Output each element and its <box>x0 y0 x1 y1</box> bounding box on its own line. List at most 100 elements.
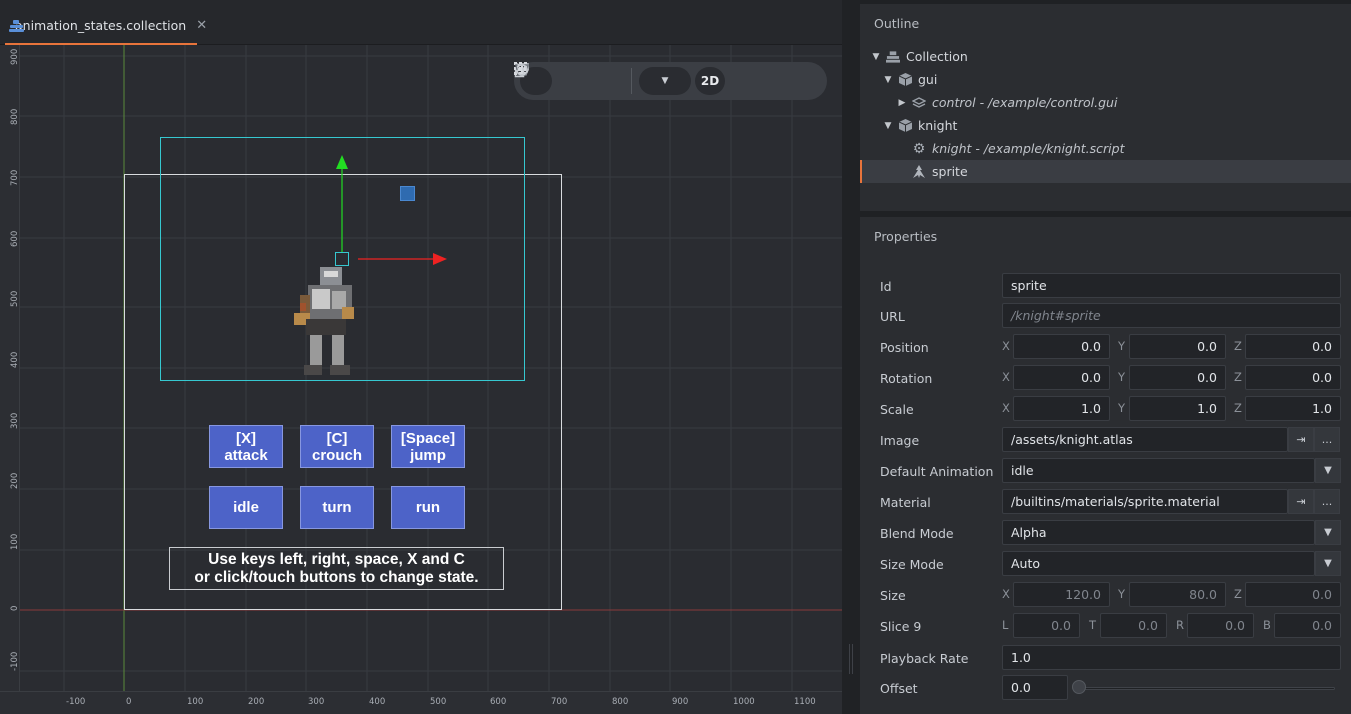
ruler-x-label: 200 <box>248 697 265 707</box>
ruler-y-label: 800 <box>10 108 20 125</box>
ruler-x-label: 1100 <box>794 697 816 707</box>
close-icon[interactable]: ✕ <box>196 18 207 33</box>
size-x-field[interactable]: 120.0 <box>1013 582 1110 607</box>
expand-arrow-icon[interactable]: ▼ <box>882 121 894 131</box>
scale-y-field[interactable]: 1.0 <box>1129 396 1226 421</box>
chevron-down-icon[interactable]: ▼ <box>1315 520 1341 545</box>
expand-arrow-icon[interactable]: ▼ <box>882 75 894 85</box>
vertical-ruler: 900 800 700 600 500 400 300 200 100 0 -1… <box>0 45 20 714</box>
goto-resource-icon[interactable]: ⇥ <box>1288 427 1314 452</box>
image-field[interactable]: /assets/knight.atlas <box>1002 427 1288 452</box>
rotation-x-field[interactable]: 0.0 <box>1013 365 1110 390</box>
attack-button[interactable]: [X] attack <box>209 425 283 468</box>
mode-2d-toggle[interactable]: 2D <box>695 67 725 95</box>
slice9-t-field[interactable]: 0.0 <box>1100 613 1167 638</box>
grid-toggle[interactable]: ▼ <box>514 62 691 95</box>
property-scale: Scale X 1.0 Y 1.0 Z 1.0 <box>860 396 1351 423</box>
tree-item-collection[interactable]: ▼ Collection <box>860 45 1351 68</box>
tree-item-control-gui[interactable]: ▶ control - /example/control.gui <box>860 91 1351 114</box>
chevron-down-icon[interactable]: ▼ <box>1315 551 1341 576</box>
idle-button[interactable]: idle <box>209 486 283 529</box>
id-field[interactable]: sprite <box>1002 273 1341 298</box>
tree-item-sprite[interactable]: sprite <box>860 160 1351 183</box>
scale-icon[interactable] <box>514 63 624 95</box>
offset-slider-handle[interactable] <box>1072 680 1086 694</box>
blend-mode-select[interactable]: Alpha <box>1002 520 1315 545</box>
toolbar-separator <box>631 68 632 94</box>
tree-item-label: knight - /example/knight.script <box>932 141 1125 156</box>
scene-editor: animation_states.collection ✕ ▼ 2D [X] a… <box>0 0 848 714</box>
rotate-icon[interactable] <box>515 63 588 95</box>
gui-icon <box>912 96 926 110</box>
crouch-button[interactable]: [C] crouch <box>300 425 374 468</box>
property-label: Default Animation <box>880 464 994 479</box>
axis-y-label: Y <box>1118 401 1126 415</box>
ruler-x-label: 800 <box>612 697 629 707</box>
property-playback-rate: Playback Rate 1.0 <box>860 645 1351 672</box>
tab-animation-states-collection[interactable]: animation_states.collection ✕ <box>5 8 207 45</box>
ruler-y-label: 400 <box>10 351 20 368</box>
jump-button[interactable]: [Space] jump <box>391 425 465 468</box>
ruler-y-label: 200 <box>10 472 20 489</box>
browse-material-button[interactable]: ... <box>1314 489 1340 514</box>
ruler-x-label: 400 <box>369 697 386 707</box>
axis-x-label: X <box>1002 370 1010 384</box>
property-url: URL /knight#sprite <box>860 303 1351 330</box>
default-animation-select[interactable]: idle <box>1002 458 1315 483</box>
chevron-down-icon[interactable]: ▼ <box>1315 458 1341 483</box>
browse-image-button[interactable]: ... <box>1314 427 1340 452</box>
expand-arrow-icon[interactable]: ▼ <box>870 52 882 62</box>
slice9-b-field[interactable]: 0.0 <box>1274 613 1341 638</box>
perspective-icon[interactable] <box>515 64 761 95</box>
position-x-field[interactable]: 0.0 <box>1013 334 1110 359</box>
tree-item-gui[interactable]: ▼ gui <box>860 68 1351 91</box>
axis-z-label: Z <box>1234 370 1242 384</box>
outline-title: Outline <box>874 16 920 31</box>
slice9-r-field[interactable]: 0.0 <box>1187 613 1254 638</box>
position-y-field[interactable]: 0.0 <box>1129 334 1226 359</box>
script-gear-icon: ⚙ <box>912 140 926 157</box>
property-image: Image /assets/knight.atlas ⇥ ... <box>860 427 1351 454</box>
ruler-x-label: 0 <box>126 697 132 707</box>
property-label: Position <box>880 340 929 355</box>
scale-z-field[interactable]: 1.0 <box>1245 396 1341 421</box>
goto-resource-icon[interactable]: ⇥ <box>1288 489 1314 514</box>
axis-y-label: Y <box>1118 339 1126 353</box>
run-button[interactable]: run <box>391 486 465 529</box>
splitter-grip[interactable] <box>849 644 853 674</box>
tree-item-knight[interactable]: ▼ knight <box>860 114 1351 137</box>
tree-item-knight-script[interactable]: ⚙ knight - /example/knight.script <box>860 137 1351 160</box>
size-mode-select[interactable]: Auto <box>1002 551 1315 576</box>
turn-button[interactable]: turn <box>300 486 374 529</box>
ruler-y-label: -100 <box>10 651 20 671</box>
ruler-x-label: -100 <box>66 697 86 707</box>
url-field[interactable]: /knight#sprite <box>1002 303 1341 328</box>
knight-sprite[interactable] <box>294 267 354 375</box>
reset-camera-icon[interactable] <box>516 63 797 95</box>
slice9-l-field[interactable]: 0.0 <box>1013 613 1080 638</box>
size-z-field[interactable]: 0.0 <box>1245 582 1341 607</box>
crouch-label: crouch <box>311 446 362 464</box>
playback-rate-field[interactable]: 1.0 <box>1002 645 1341 670</box>
rotation-z-field[interactable]: 0.0 <box>1245 365 1341 390</box>
ruler-y-label: 600 <box>10 230 20 247</box>
crouch-key: [C] <box>326 429 348 447</box>
expand-arrow-icon[interactable]: ▶ <box>896 98 908 108</box>
rotation-y-field[interactable]: 0.0 <box>1129 365 1226 390</box>
attack-label: attack <box>224 446 268 464</box>
tree-item-label: control - /example/control.gui <box>932 95 1118 110</box>
tree-item-label: sprite <box>932 164 968 179</box>
property-label: Offset <box>880 681 918 696</box>
axis-z-label: Z <box>1234 587 1242 601</box>
scale-x-field[interactable]: 1.0 <box>1013 396 1110 421</box>
material-field[interactable]: /builtins/materials/sprite.material <box>1002 489 1288 514</box>
ruler-x-label: 100 <box>187 697 204 707</box>
position-z-field[interactable]: 0.0 <box>1245 334 1341 359</box>
scene-viewport[interactable]: ▼ 2D [X] attack [C] crouch [Space] jump … <box>0 45 842 714</box>
offset-field[interactable]: 0.0 <box>1002 675 1068 700</box>
panel-splitter[interactable] <box>842 0 860 714</box>
offset-slider-track[interactable] <box>1074 687 1335 690</box>
size-y-field[interactable]: 80.0 <box>1129 582 1226 607</box>
axis-r-label: R <box>1176 618 1184 632</box>
property-default-animation: Default Animation idle ▼ <box>860 458 1351 485</box>
